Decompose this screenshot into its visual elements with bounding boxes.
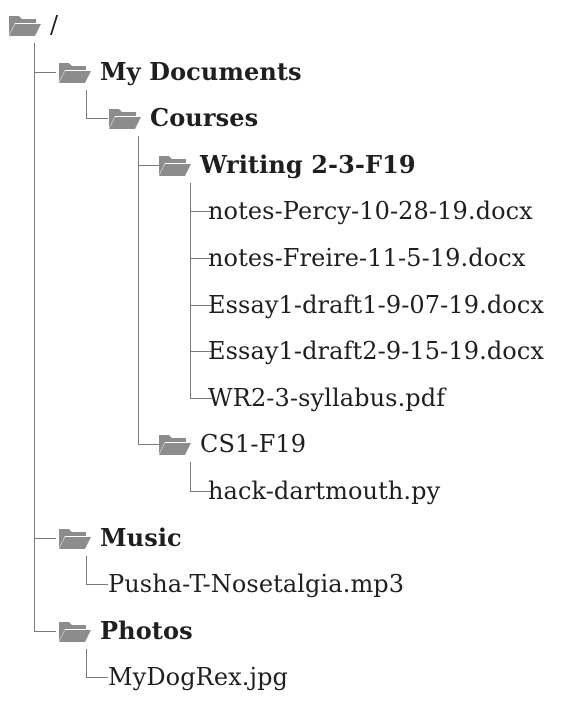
folder-label: Writing 2-3-F19 <box>200 149 416 179</box>
tree-node-essay1-draft1[interactable]: Essay1-draft1-9-07-19.docx <box>208 285 544 325</box>
tree-node-pusha-t[interactable]: Pusha-T-Nosetalgia.mp3 <box>108 564 404 604</box>
tree-node-mydogrex[interactable]: MyDogRex.jpg <box>108 657 288 697</box>
tree-node-hack-dartmouth[interactable]: hack-dartmouth.py <box>208 471 440 511</box>
file-label: hack-dartmouth.py <box>208 477 441 505</box>
tree-node-my-documents[interactable]: My Documents <box>58 52 302 92</box>
tree-connector-horizontal <box>34 71 56 73</box>
tree-connector-vertical <box>190 182 191 398</box>
folder-label: Photos <box>100 615 193 645</box>
file-label: MyDogRex.jpg <box>108 663 288 692</box>
folder-open-icon <box>158 153 192 177</box>
tree-connector-horizontal <box>138 164 160 166</box>
folder-open-icon <box>58 60 92 84</box>
tree-node-notes-percy[interactable]: notes-Percy-10-28-19.docx <box>208 191 533 231</box>
folder-open-icon <box>58 619 92 643</box>
tree-connector-vertical <box>138 136 139 445</box>
file-label: Pusha-T-Nosetalgia.mp3 <box>108 570 405 599</box>
tree-connector-horizontal <box>138 444 160 446</box>
file-label: WR2-3-syllabus.pdf <box>208 383 446 412</box>
tree-node-photos[interactable]: Photos <box>58 611 193 651</box>
folder-open-icon <box>158 432 192 456</box>
folder-label: My Documents <box>100 56 302 86</box>
tree-connector-vertical <box>190 462 191 491</box>
folder-label: / <box>50 11 59 39</box>
tree-node-cs1[interactable]: CS1-F19 <box>158 424 306 464</box>
tree-connector-vertical <box>86 555 87 585</box>
tree-node-essay1-draft2[interactable]: Essay1-draft2-9-15-19.docx <box>208 331 544 371</box>
folder-label: CS1-F19 <box>200 430 307 459</box>
tree-node-syllabus[interactable]: WR2-3-syllabus.pdf <box>208 378 445 418</box>
tree-node-writing[interactable]: Writing 2-3-F19 <box>158 145 416 185</box>
tree-connector-vertical <box>34 43 35 631</box>
tree-connector-horizontal <box>34 630 56 632</box>
file-tree: / My Documents Courses Writing 2-3-F19 notes… <box>0 0 573 707</box>
folder-open-icon <box>108 106 142 130</box>
tree-connector-horizontal <box>86 677 108 679</box>
folder-label: Music <box>100 522 182 552</box>
tree-connector-horizontal <box>34 537 56 539</box>
tree-connector-horizontal <box>86 118 108 120</box>
folder-open-icon <box>58 526 92 550</box>
tree-node-notes-freire[interactable]: notes-Freire-11-5-19.docx <box>208 238 525 278</box>
file-label: notes-Percy-10-28-19.docx <box>208 197 533 226</box>
tree-node-courses[interactable]: Courses <box>108 98 258 138</box>
folder-open-icon <box>8 13 42 37</box>
tree-node-music[interactable]: Music <box>58 518 182 558</box>
tree-connector-vertical <box>86 648 87 678</box>
file-label: Essay1-draft1-9-07-19.docx <box>208 290 545 319</box>
tree-connector-horizontal <box>86 584 108 586</box>
folder-label: Courses <box>150 103 259 133</box>
tree-node-root[interactable]: / <box>8 5 58 45</box>
tree-connector-vertical <box>86 89 87 119</box>
file-label: Essay1-draft2-9-15-19.docx <box>208 337 545 366</box>
file-label: notes-Freire-11-5-19.docx <box>208 244 526 272</box>
